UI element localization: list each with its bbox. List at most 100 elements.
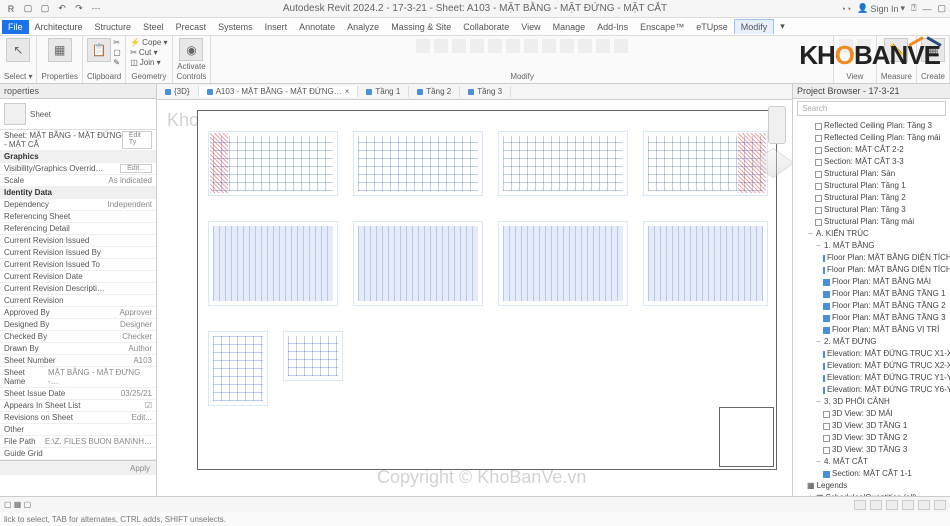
tree-item[interactable]: +▦Schedules/Quantities (all) [793,492,950,496]
close-tab-icon[interactable]: × [345,87,350,96]
tree-item[interactable]: Floor Plan: MẶT BẰNG DIỆN TÍCH SỬ [793,264,950,276]
paste-icon[interactable]: 📋 [87,38,111,62]
tree-item[interactable]: Structural Plan: Tầng mái [793,216,950,228]
tree-item[interactable]: Section: MẶT CẮT 2-2 [793,144,950,156]
prop-row[interactable]: Sheet NameMẶT BẰNG - MẶT ĐỨNG -… [0,367,156,388]
tab-enscape[interactable]: Enscape™ [634,20,690,34]
signin-button[interactable]: 👤 Sign In ▾ [857,3,905,14]
status-icon[interactable] [886,500,898,510]
tab-precast[interactable]: Precast [170,20,213,34]
qat-open-icon[interactable]: ▢ [21,2,35,16]
tree-item[interactable]: Floor Plan: MẶT BẰNG TẦNG 1 [793,288,950,300]
view-tab-tang2[interactable]: Tầng 2 [409,86,460,97]
prop-row[interactable]: Designed ByDesigner [0,319,156,331]
activate-icon[interactable]: ◉ [179,38,203,61]
match-icon[interactable]: ✎ [113,58,121,67]
properties-icon[interactable]: ▦ [48,38,72,62]
scale-indicator[interactable]: ▢ ▦ ▢ [4,500,31,509]
tree-item[interactable]: −4. MẶT CẮT [793,456,950,468]
maximize-icon[interactable]: ▢ [937,3,946,14]
tab-view[interactable]: View [515,20,546,34]
prop-row[interactable]: Sheet NumberA103 [0,355,156,367]
edit-type-button[interactable]: Edit Ty [122,131,152,149]
tree-item[interactable]: 3D View: 3D TẦNG 1 [793,420,950,432]
tab-massing[interactable]: Massing & Site [385,20,457,34]
minimize-icon[interactable]: — [922,4,931,14]
tree-item[interactable]: Structural Plan: Tầng 1 [793,180,950,192]
prop-row[interactable]: Current Revision Issued [0,235,156,247]
elevation-1[interactable] [208,221,338,306]
tab-architecture[interactable]: Architecture [29,20,89,34]
apply-button[interactable]: Apply [0,460,156,475]
align-icon[interactable] [578,39,592,53]
tree-item[interactable]: Floor Plan: MẶT BẰNG DIỆN TÍCH PHÒI [793,252,950,264]
tree-item[interactable]: −1. MẶT BẰNG [793,240,950,252]
status-icon[interactable] [870,500,882,510]
copy-icon[interactable]: ▢ [113,48,121,57]
tab-etupse[interactable]: eTUpse [690,20,734,34]
tree-item[interactable]: −A. KIẾN TRÚC [793,228,950,240]
delete-icon[interactable] [614,39,628,53]
mirror-icon[interactable] [488,39,502,53]
browser-search-input[interactable]: Search [797,101,946,116]
tree-item[interactable]: 3D View: 3D MÁI [793,408,950,420]
tree-item[interactable]: Floor Plan: MẶT BẰNG MÁI [793,276,950,288]
tab-steel[interactable]: Steel [137,20,170,34]
tab-structure[interactable]: Structure [89,20,138,34]
search-icon[interactable]: ◔◔ [840,4,851,14]
tree-item[interactable]: Elevation: MẶT ĐỨNG TRỤC X2-X1 [793,360,950,372]
prop-row[interactable]: Current Revision Date [0,271,156,283]
tree-item[interactable]: 3D View: 3D TẦNG 3 [793,444,950,456]
move-icon[interactable] [416,39,430,53]
tree-item[interactable]: Reflected Ceiling Plan: Tầng 3 [793,120,950,132]
qat-save-icon[interactable]: ▢ [38,2,52,16]
tab-manage[interactable]: Manage [547,20,592,34]
prop-row[interactable]: Sheet Issue Date03/25/21 [0,388,156,400]
prop-row[interactable]: File PathE:\Z. FILES BUON BAN\NH… [0,436,156,448]
status-icon[interactable] [902,500,914,510]
prop-row[interactable]: Current Revision [0,295,156,307]
cut-icon[interactable]: ✂ [113,38,121,47]
prop-row[interactable]: Referencing Sheet [0,211,156,223]
tab-insert[interactable]: Insert [259,20,294,34]
cut-button[interactable]: ✂ Cut ▾ [130,48,167,57]
cope-button[interactable]: ⚡ Cope ▾ [130,38,167,47]
tree-item[interactable]: 3D View: 3D TẦNG 2 [793,432,950,444]
tab-systems[interactable]: Systems [212,20,259,34]
view-tab-tang3[interactable]: Tầng 3 [460,86,511,97]
prop-visibility[interactable]: Visibility/Graphics Overrid…Edit... [0,163,156,175]
tab-analyze[interactable]: Analyze [341,20,385,34]
qat-undo-icon[interactable]: ↶ [55,2,69,16]
copy-tool-icon[interactable] [434,39,448,53]
floor-plan-3[interactable] [498,131,628,196]
tree-item[interactable]: Structural Plan: Tầng 3 [793,204,950,216]
floor-plan-2[interactable] [353,131,483,196]
status-icon[interactable] [854,500,866,510]
rotate-icon[interactable] [452,39,466,53]
type-selector[interactable]: Sheet [0,99,156,130]
view-tab-tang1[interactable]: Tầng 1 [358,86,409,97]
stair-detail[interactable] [208,331,268,406]
drawing-canvas[interactable]: KhoBanVe.vn C [157,100,792,496]
join-button[interactable]: ◫ Join ▾ [130,58,167,67]
tree-item[interactable]: Reflected Ceiling Plan: Tầng mái [793,132,950,144]
navigation-bar[interactable] [768,106,786,144]
status-icon[interactable] [918,500,930,510]
prop-row[interactable]: Referencing Detail [0,223,156,235]
tree-item[interactable]: −2. MẶT ĐỨNG [793,336,950,348]
tree-item[interactable]: Section: MẶT CẮT 3-3 [793,156,950,168]
tree-item[interactable]: Elevation: MẶT ĐỨNG TRỤC Y1-Y6 [793,372,950,384]
browser-tree[interactable]: Reflected Ceiling Plan: Tầng 3Reflected … [793,118,950,496]
tree-item[interactable]: Floor Plan: MẶT BẰNG VỊ TRÍ [793,324,950,336]
section-1[interactable] [643,221,768,306]
prop-row[interactable]: Revisions on SheetEdit... [0,412,156,424]
tab-annotate[interactable]: Annotate [293,20,341,34]
view-tab-3d[interactable]: {3D} [157,86,199,97]
modify-tool-icon[interactable]: ↖ [6,38,30,62]
offset-icon[interactable] [560,39,574,53]
pin-icon[interactable] [596,39,610,53]
tree-item[interactable]: Floor Plan: MẶT BẰNG TẦNG 2 [793,300,950,312]
tree-item[interactable]: Structural Plan: Sàn [793,168,950,180]
prop-row[interactable]: Other [0,424,156,436]
prop-row[interactable]: Approved ByApprover [0,307,156,319]
